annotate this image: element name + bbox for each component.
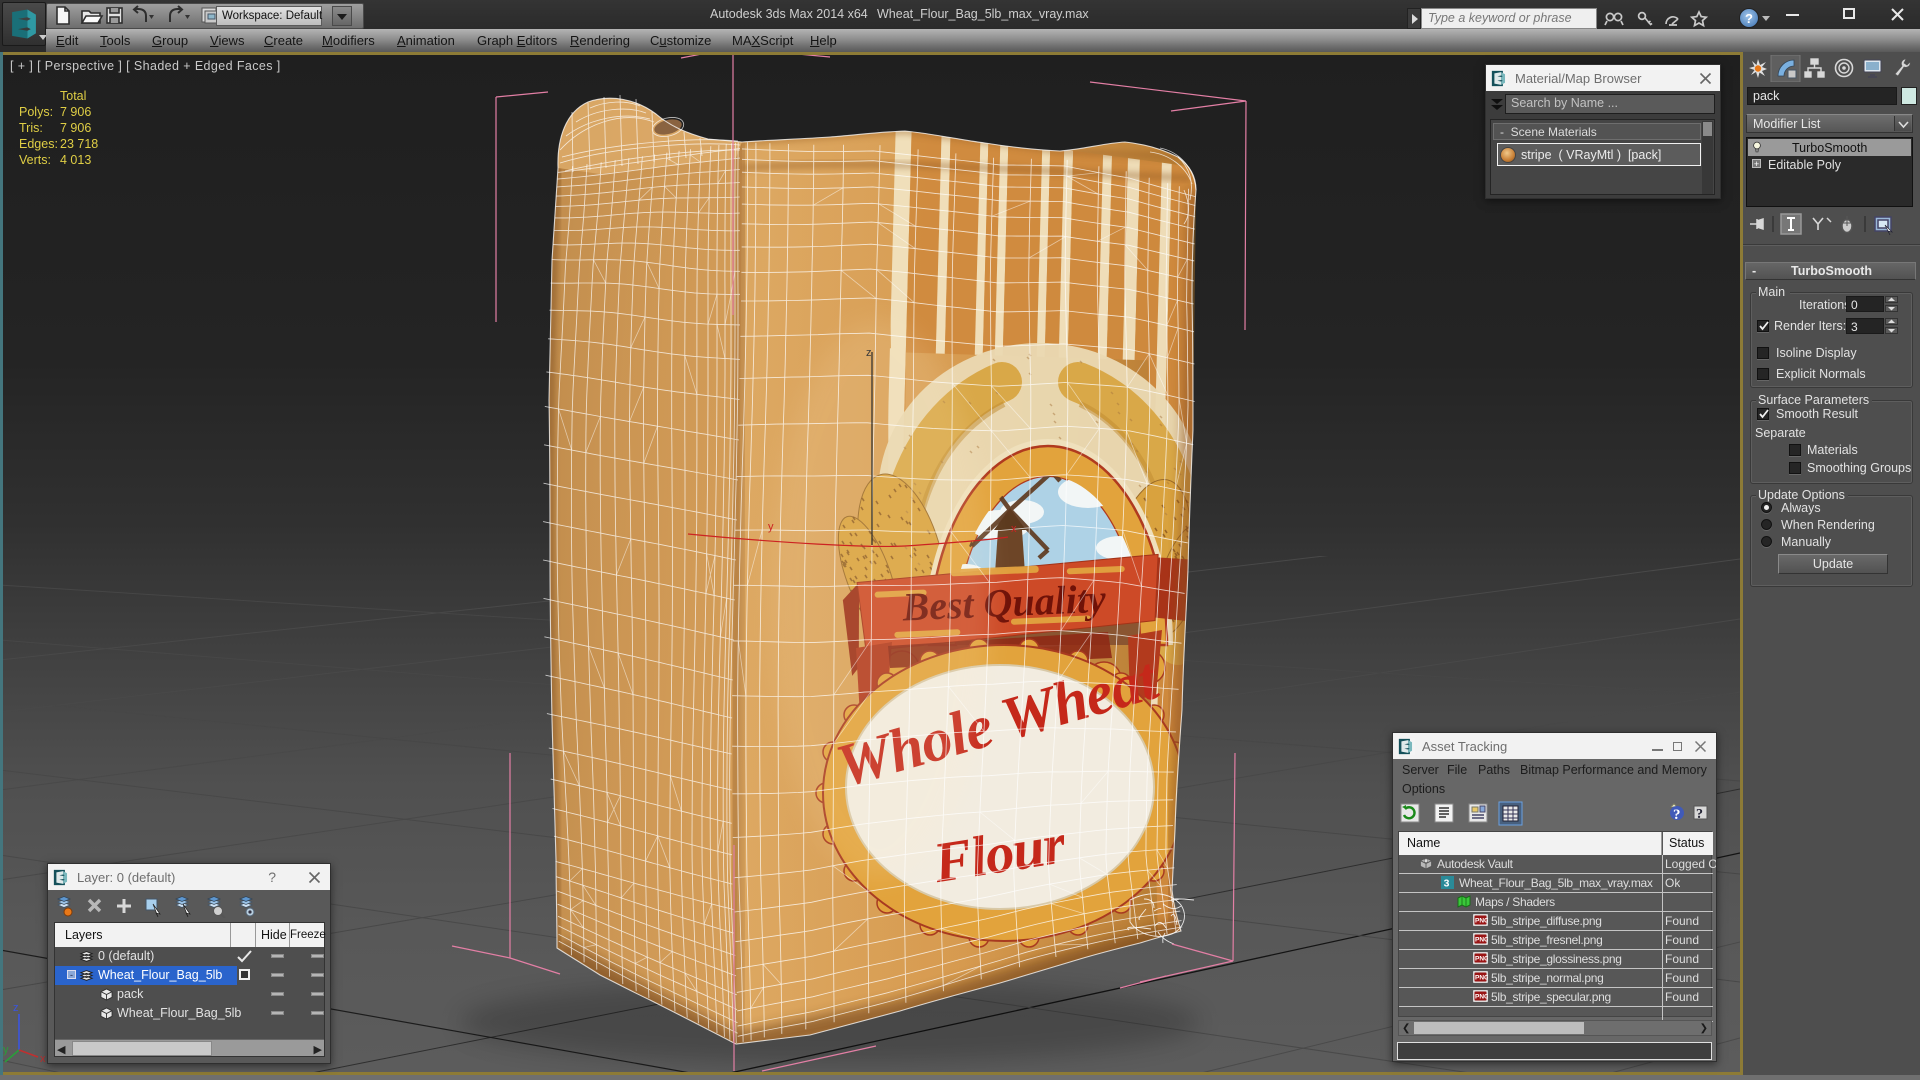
svg-text:PNG: PNG bbox=[1475, 994, 1488, 1001]
svg-text:?: ? bbox=[1673, 807, 1681, 823]
svg-text:PNG: PNG bbox=[1475, 937, 1488, 944]
svg-text:z: z bbox=[866, 347, 872, 359]
svg-text:PNG: PNG bbox=[1475, 975, 1488, 982]
svg-text:z: z bbox=[13, 1002, 19, 1014]
svg-text:?: ? bbox=[1696, 807, 1703, 822]
svg-text:x: x bbox=[40, 1053, 46, 1065]
svg-text:PNG: PNG bbox=[1475, 956, 1488, 963]
svg-text:y: y bbox=[768, 521, 774, 533]
svg-text:PNG: PNG bbox=[1475, 918, 1488, 925]
svg-text:x: x bbox=[1011, 523, 1017, 535]
svg-text:y: y bbox=[3, 1044, 9, 1056]
svg-text:3: 3 bbox=[1444, 878, 1450, 889]
